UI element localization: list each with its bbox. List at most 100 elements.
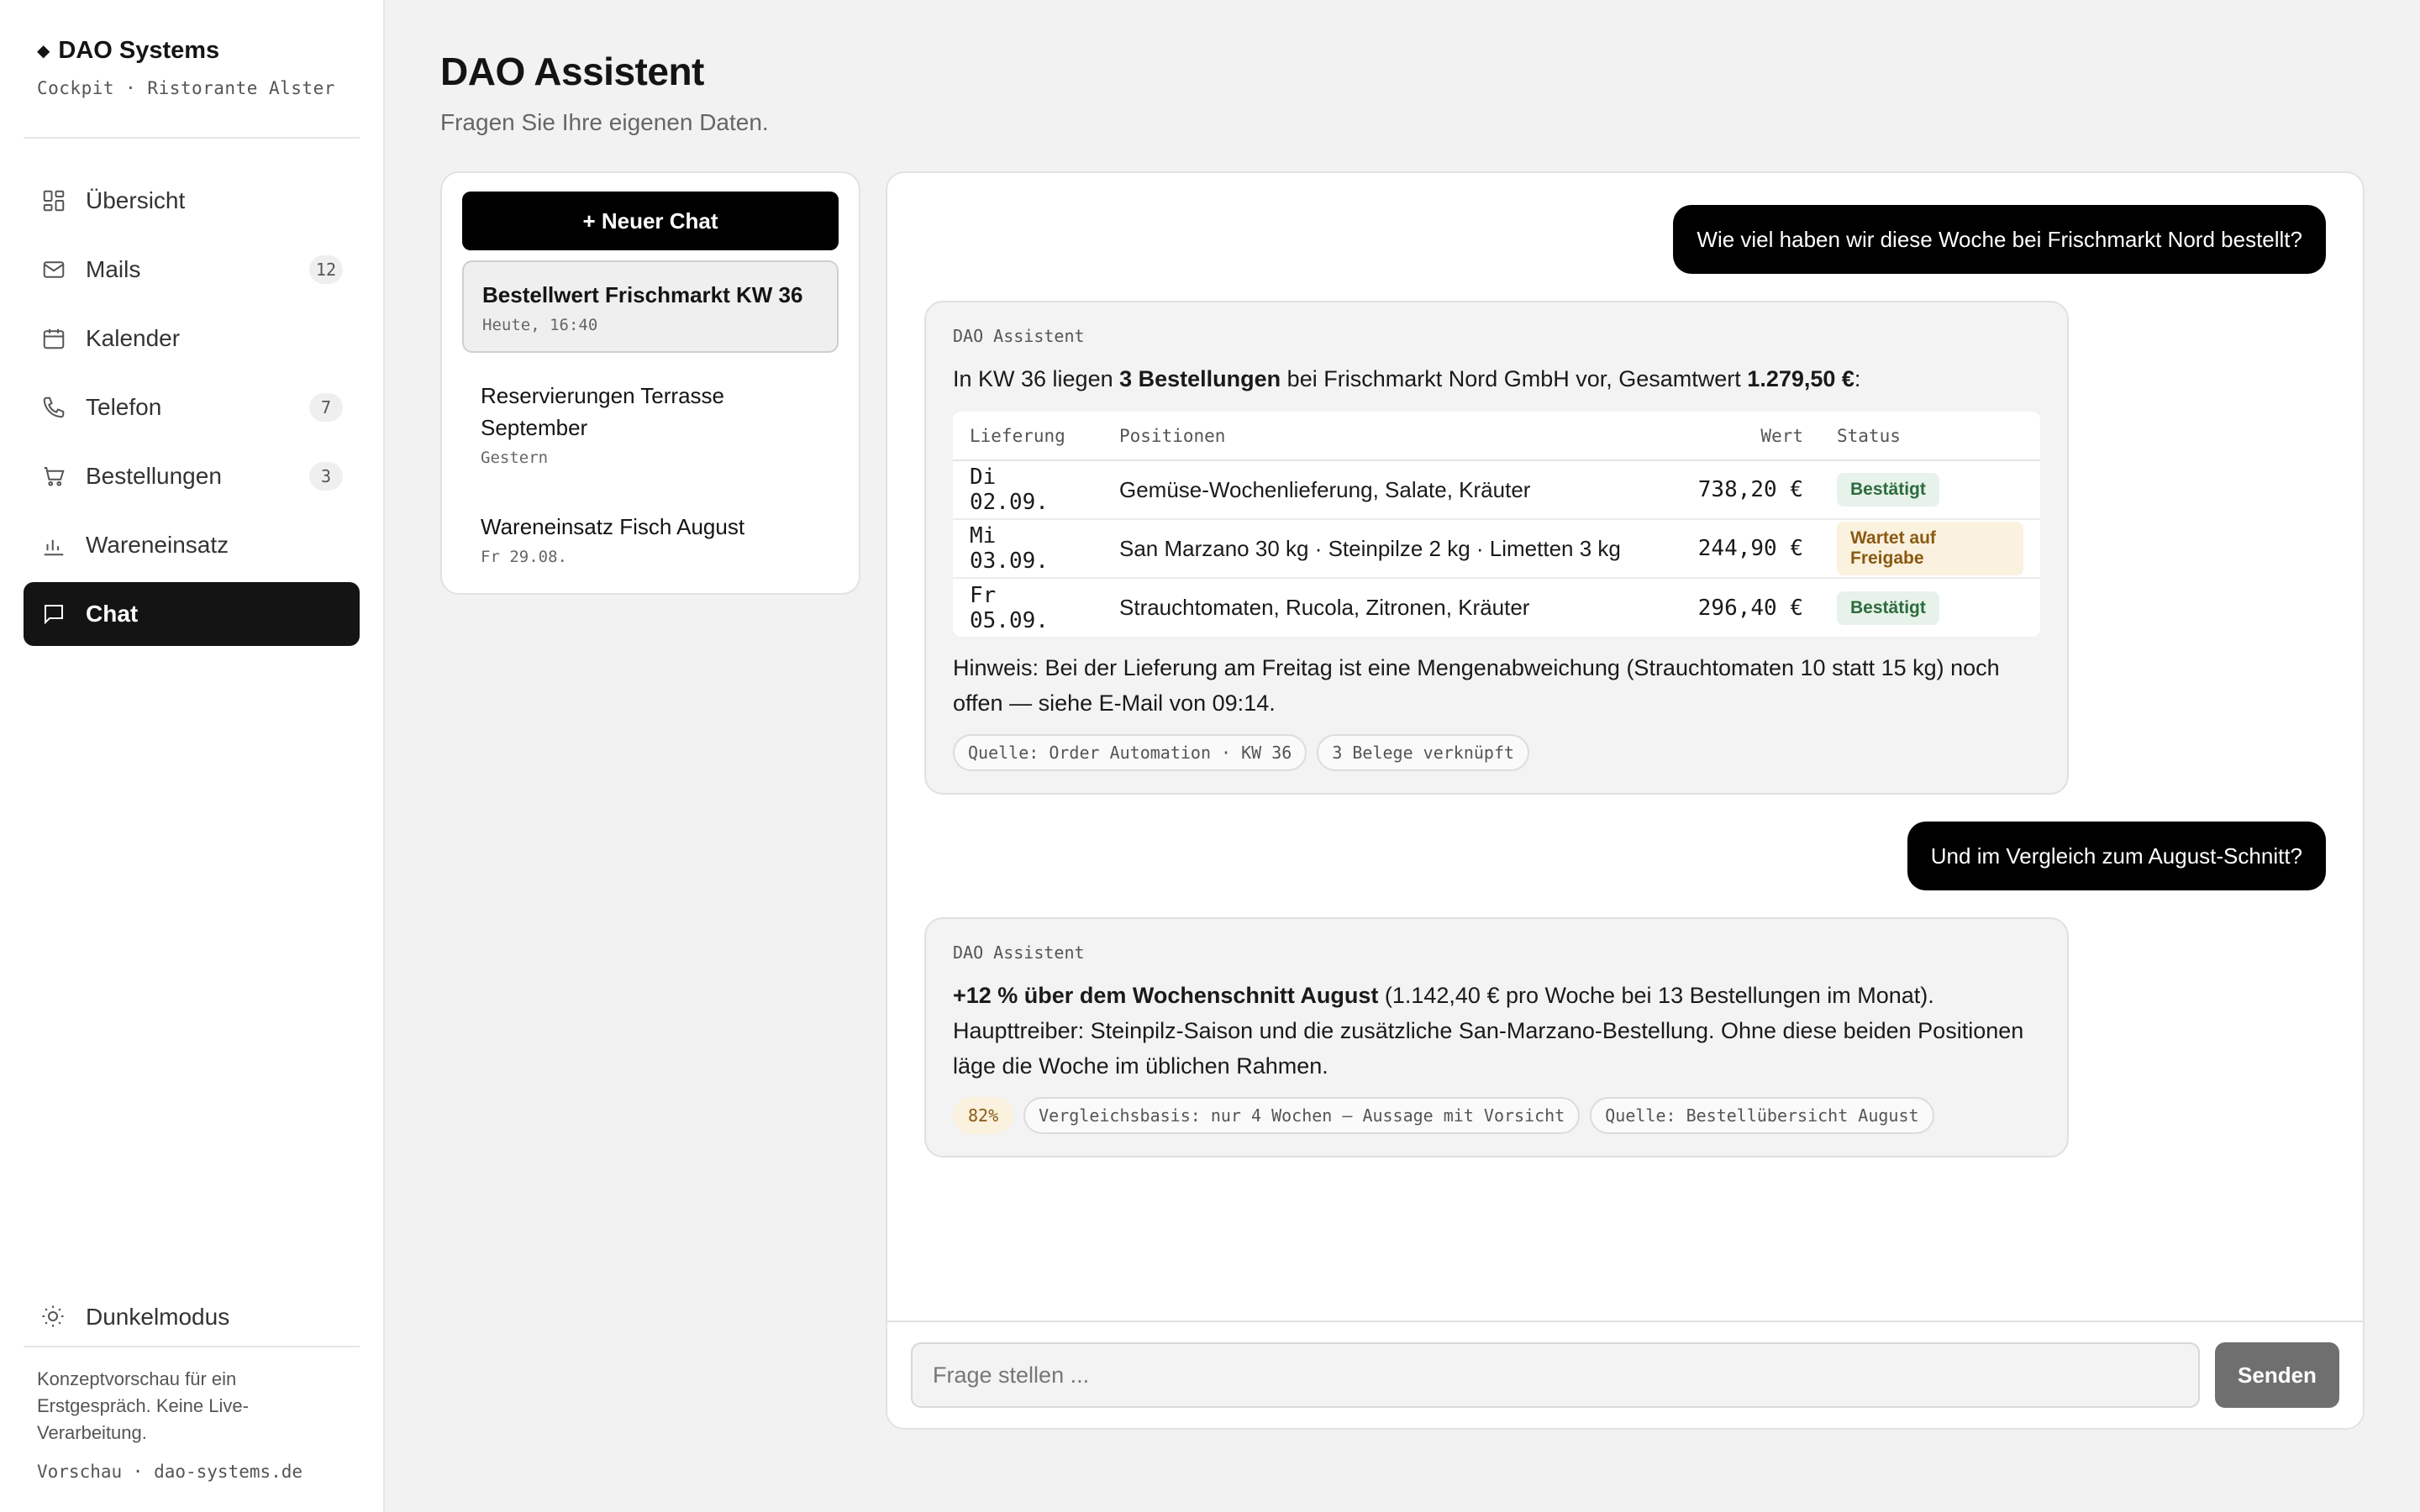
status-cell: Wartet auf Freigabe (1820, 519, 2040, 579)
sidebar-item-wareneinsatz[interactable]: Wareneinsatz (24, 513, 360, 577)
phone-icon (40, 394, 67, 421)
composer: Senden (887, 1320, 2363, 1428)
chat-panel: Wie viel haben wir diese Woche bei Frisc… (886, 171, 2365, 1430)
brand-name: DAO Systems (58, 37, 220, 64)
user-message-bubble: Wie viel haben wir diese Woche bei Frisc… (1673, 205, 2326, 274)
chat-history-panel: + Neuer Chat Bestellwert Frischmarkt KW … (440, 171, 860, 595)
diamond-icon: ◆ (37, 42, 50, 60)
sidebar: ◆ DAO Systems Cockpit · Ristorante Alste… (0, 0, 385, 1512)
table-row: Fr 05.09. Strauchtomaten, Rucola, Zitron… (953, 578, 2040, 637)
order-positions: Strauchtomaten, Rucola, Zitronen, Kräute… (1119, 595, 1530, 620)
chat-history-item[interactable]: Wareneinsatz Fisch August Fr 29.08. (462, 494, 839, 583)
new-chat-button[interactable]: + Neuer Chat (462, 192, 839, 250)
order-count-highlight: 3 Bestellungen (1119, 366, 1281, 391)
chat-item-title: Wareneinsatz Fisch August (481, 514, 745, 539)
chat-item-date: Gestern (481, 449, 549, 467)
intro-text: In KW 36 liegen (953, 366, 1120, 391)
user-message-row: Wie viel haben wir diese Woche bei Frisc… (924, 205, 2326, 274)
sidebar-item-label: Chat (86, 601, 139, 627)
concept-note: Konzeptvorschau für ein Erstgespräch. Ke… (37, 1368, 249, 1443)
app-root: ◆ DAO Systems Cockpit · Ristorante Alste… (0, 0, 2420, 1512)
brand-title: ◆ DAO Systems (37, 37, 346, 65)
bestellungen-count-badge: 3 (309, 462, 343, 491)
linked-documents-chip[interactable]: 3 Belege verknüpft (1317, 734, 1530, 771)
column-header: Wert (1677, 412, 1820, 461)
order-positions: San Marzano 30 kg · Steinpilze 2 kg · Li… (1102, 519, 1677, 579)
assistant-answer: +12 % über dem Wochenschnitt August (1.1… (953, 978, 2040, 1084)
brand: ◆ DAO Systems Cockpit · Ristorante Alste… (24, 37, 360, 139)
chat-history-item[interactable]: Reservierungen Terrasse September Gester… (462, 363, 839, 484)
intro-text: : (1854, 366, 1861, 391)
status-cell: Bestätigt (1820, 460, 2040, 520)
chat-history-item[interactable]: Bestellwert Frischmarkt KW 36 Heute, 16:… (462, 260, 839, 353)
preview-link[interactable]: Vorschau · dao-systems.de (37, 1462, 346, 1482)
question-input[interactable] (911, 1342, 2200, 1408)
status-badge: Wartet auf Freigabe (1837, 522, 2023, 575)
calendar-icon (40, 325, 67, 352)
sidebar-item-label: Bestellungen (86, 463, 222, 489)
table-header-row: Lieferung Positionen Wert Status (953, 412, 2040, 461)
sun-icon (40, 1304, 67, 1331)
delivery-date: Fr 05.09. (970, 582, 1049, 633)
sidebar-item-chat[interactable]: Chat (24, 582, 360, 646)
darkmode-label: Dunkelmodus (86, 1304, 230, 1330)
user-message-row: Und im Vergleich zum August-Schnitt? (924, 822, 2326, 890)
assistant-name: DAO Assistent (953, 326, 1085, 346)
delivery-date: Di 02.09. (953, 460, 1102, 520)
assistant-message-bubble: DAO Assistent +12 % über dem Wochenschni… (924, 917, 2069, 1158)
sidebar-item-label: Telefon (86, 394, 162, 420)
total-value-highlight: 1.279,50 € (1747, 366, 1854, 391)
main-area: DAO Assistent Fragen Sie Ihre eigenen Da… (385, 0, 2420, 1512)
status-badge: Bestätigt (1837, 591, 1939, 625)
order-value: 738,20 € (1677, 460, 1820, 520)
order-value: 296,40 € (1697, 595, 1803, 621)
source-chips: 82% Vergleichsbasis: nur 4 Wochen — Auss… (953, 1097, 2040, 1134)
table-row: Mi 03.09. San Marzano 30 kg · Steinpilze… (953, 519, 2040, 579)
telefon-count-badge: 7 (309, 393, 343, 422)
chat-icon (40, 601, 67, 627)
sidebar-item-mails[interactable]: Mails 12 (24, 238, 360, 302)
table-row: Di 02.09. Gemüse-Wochenlieferung, Salate… (953, 460, 2040, 520)
message-list: Wie viel haben wir diese Woche bei Frisc… (887, 173, 2363, 1158)
grid-icon (40, 187, 67, 214)
source-chip[interactable]: Quelle: Bestellübersicht August (1590, 1097, 1934, 1134)
column-header: Positionen (1102, 412, 1677, 461)
comparison-highlight: +12 % über dem Wochenschnitt August (953, 983, 1379, 1008)
status-badge: Bestätigt (1837, 473, 1939, 507)
confidence-badge: 82% (953, 1097, 1014, 1134)
darkmode-toggle[interactable]: Dunkelmodus (24, 1289, 360, 1347)
chat-item-title: Bestellwert Frischmarkt KW 36 (482, 282, 803, 307)
sidebar-item-label: Wareneinsatz (86, 532, 229, 558)
brand-subtitle: Cockpit · Ristorante Alster (37, 78, 335, 98)
intro-text: bei Frischmarkt Nord GmbH vor, Gesamtwer… (1281, 366, 1748, 391)
sidebar-item-label: Übersicht (86, 187, 186, 213)
bar-chart-icon (40, 532, 67, 559)
mail-icon (40, 256, 67, 283)
chat-item-title: Reservierungen Terrasse September (481, 383, 724, 440)
sidebar-item-kalender[interactable]: Kalender (24, 307, 360, 370)
sidebar-nav: Übersicht Mails 12 Kalender Telefon 7 Be… (24, 169, 360, 646)
column-header: Lieferung (953, 412, 1102, 461)
sidebar-item-label: Kalender (86, 325, 181, 351)
chat-item-date: Fr 29.08. (481, 548, 567, 566)
basis-chip[interactable]: Vergleichsbasis: nur 4 Wochen — Aussage … (1023, 1097, 1581, 1134)
sidebar-item-label: Mails (86, 256, 141, 282)
send-button[interactable]: Senden (2215, 1342, 2339, 1408)
order-positions: Gemüse-Wochenlieferung, Salate, Kräuter (1102, 460, 1677, 520)
sidebar-item-telefon[interactable]: Telefon 7 (24, 375, 360, 439)
assistant-name: DAO Assistent (953, 942, 1085, 963)
assistant-message-bubble: DAO Assistent In KW 36 liegen 3 Bestellu… (924, 301, 2069, 795)
page-subtitle: Fragen Sie Ihre eigenen Daten. (440, 109, 769, 135)
cart-icon (40, 463, 67, 490)
orders-table: Lieferung Positionen Wert Status Di 02.0… (953, 412, 2040, 637)
assistant-intro: In KW 36 liegen 3 Bestellungen bei Frisc… (953, 361, 2040, 396)
assistant-note: Hinweis: Bei der Lieferung am Freitag is… (953, 655, 2000, 716)
sidebar-item-uebersicht[interactable]: Übersicht (24, 169, 360, 233)
source-chip[interactable]: Quelle: Order Automation · KW 36 (953, 734, 1307, 771)
mails-count-badge: 12 (308, 255, 343, 284)
status-cell: Bestätigt (1820, 578, 2040, 637)
sidebar-item-bestellungen[interactable]: Bestellungen 3 (24, 444, 360, 508)
order-value: 244,90 € (1677, 519, 1820, 579)
page-title: DAO Assistent (440, 50, 704, 93)
